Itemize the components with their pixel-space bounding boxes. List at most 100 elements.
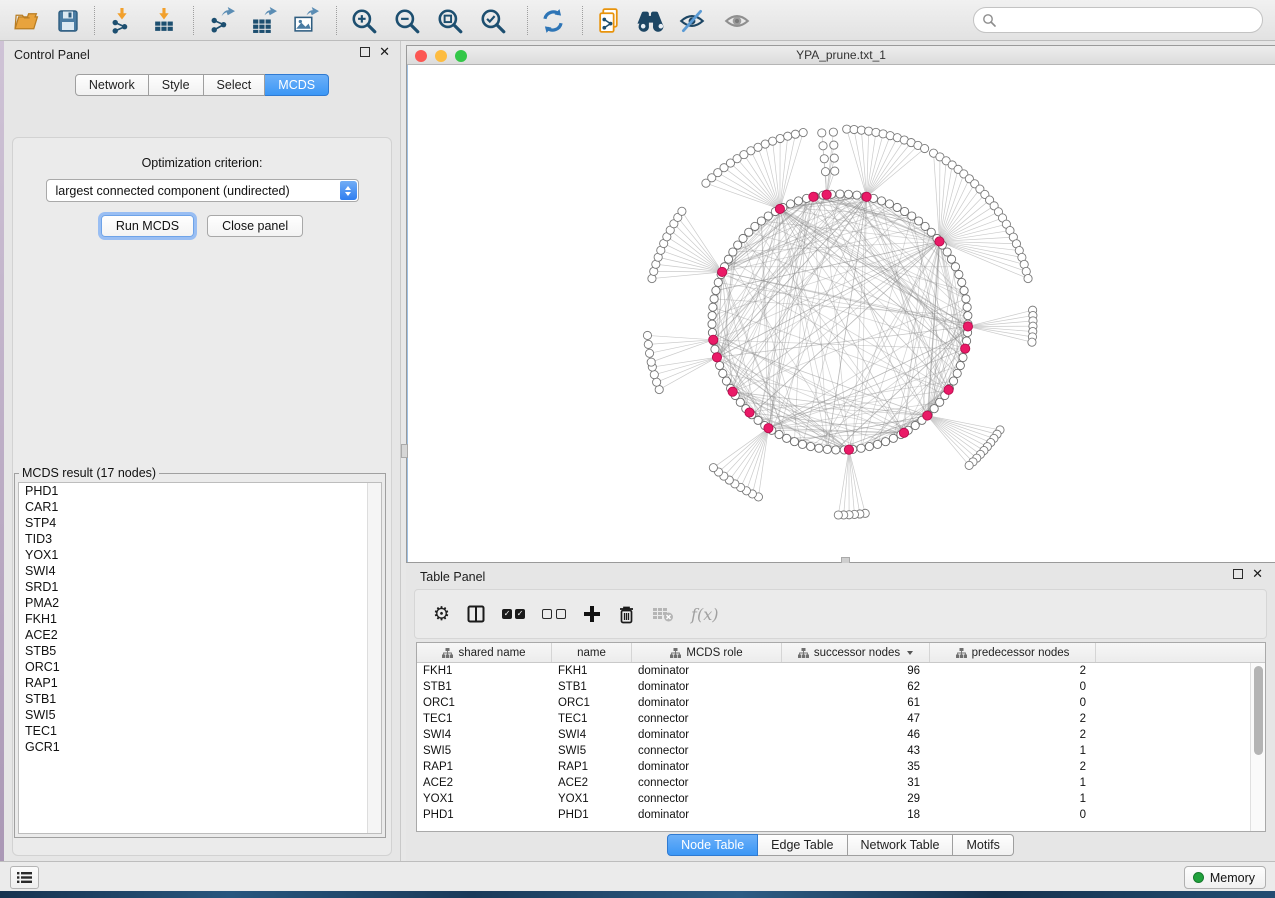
search-input[interactable] <box>973 7 1263 33</box>
close-window-icon[interactable] <box>415 50 427 62</box>
table-cell: 35 <box>782 759 930 775</box>
memory-button[interactable]: Memory <box>1184 866 1266 889</box>
search-network-icon[interactable] <box>633 5 671 36</box>
column-header-shared-name[interactable]: shared name <box>417 643 552 662</box>
add-column-icon[interactable] <box>583 602 601 626</box>
column-header-MCDS-role[interactable]: MCDS role <box>632 643 782 662</box>
tab-motifs[interactable]: Motifs <box>953 834 1013 856</box>
tab-node-table[interactable]: Node Table <box>667 834 758 856</box>
import-table-icon[interactable] <box>148 5 180 36</box>
mcds-result-item[interactable]: PHD1 <box>19 483 381 499</box>
splitter-handle-vertical[interactable] <box>401 444 408 458</box>
toolbar-separator <box>336 6 337 35</box>
zoom-fit-icon[interactable] <box>434 5 466 36</box>
open-session-icon[interactable] <box>10 5 42 36</box>
mcds-result-item[interactable]: ACE2 <box>19 627 381 643</box>
export-image-icon[interactable] <box>289 5 321 36</box>
table-cell: 2 <box>930 727 1096 743</box>
zoom-in-icon[interactable] <box>348 5 380 36</box>
float-panel-icon[interactable] <box>360 47 370 57</box>
table-header[interactable]: shared namenameMCDS rolesuccessor nodesp… <box>417 643 1265 663</box>
table-cell: YOX1 <box>552 791 632 807</box>
deselect-all-icon[interactable] <box>542 602 566 626</box>
table-body[interactable]: FKH1FKH1dominator962STB1STB1dominator620… <box>417 663 1250 831</box>
close-panel-icon[interactable]: ✕ <box>379 47 390 57</box>
tab-edge-table[interactable]: Edge Table <box>758 834 847 856</box>
mcds-result-item[interactable]: SWI4 <box>19 563 381 579</box>
status-bar: Memory <box>0 861 1275 891</box>
show-all-icon[interactable] <box>721 5 753 36</box>
run-mcds-button[interactable]: Run MCDS <box>101 215 194 237</box>
tab-network-table[interactable]: Network Table <box>848 834 954 856</box>
scrollbar-thumb[interactable] <box>1254 666 1263 755</box>
criterion-dropdown[interactable]: largest connected component (undirected) <box>46 179 359 202</box>
table-cell: SWI4 <box>417 727 552 743</box>
table-panel-tabs: Node TableEdge TableNetwork TableMotifs <box>406 834 1275 856</box>
table-row[interactable]: SWI4SWI4dominator462 <box>417 727 1250 743</box>
table-settings-gear-icon[interactable]: ⚙ <box>433 602 450 626</box>
mcds-result-item[interactable]: STP4 <box>19 515 381 531</box>
close-panel-button[interactable]: Close panel <box>207 215 303 237</box>
minimize-window-icon[interactable] <box>435 50 447 62</box>
table-row[interactable]: STB1STB1dominator620 <box>417 679 1250 695</box>
table-row[interactable]: ORC1ORC1dominator610 <box>417 695 1250 711</box>
share-document-icon[interactable] <box>593 5 625 36</box>
mcds-result-item[interactable]: YOX1 <box>19 547 381 563</box>
mcds-result-item[interactable]: FKH1 <box>19 611 381 627</box>
table-panel-title: Table Panel <box>420 570 485 584</box>
table-row[interactable]: YOX1YOX1connector291 <box>417 791 1250 807</box>
mcds-result-item[interactable]: STB5 <box>19 643 381 659</box>
mcds-result-item[interactable]: CAR1 <box>19 499 381 515</box>
zoom-out-icon[interactable] <box>391 5 423 36</box>
save-session-icon[interactable] <box>52 5 84 36</box>
tab-select[interactable]: Select <box>204 74 266 96</box>
import-network-icon[interactable] <box>106 5 138 36</box>
control-panel-title: Control Panel <box>14 48 90 62</box>
table-scrollbar[interactable] <box>1250 663 1265 831</box>
tab-mcds[interactable]: MCDS <box>265 74 329 96</box>
mcds-result-item[interactable]: GCR1 <box>19 739 381 755</box>
column-header-name[interactable]: name <box>552 643 632 662</box>
table-row[interactable]: TEC1TEC1connector472 <box>417 711 1250 727</box>
delete-column-trash-icon[interactable] <box>618 602 635 626</box>
task-history-button[interactable] <box>10 866 39 889</box>
search-field[interactable] <box>1001 13 1262 27</box>
show-column-pane-icon[interactable] <box>467 602 485 626</box>
table-row[interactable]: PHD1PHD1dominator180 <box>417 807 1250 823</box>
table-row[interactable]: SWI5SWI5connector431 <box>417 743 1250 759</box>
table-cell: 62 <box>782 679 930 695</box>
table-row[interactable]: FKH1FKH1dominator962 <box>417 663 1250 679</box>
float-table-panel-icon[interactable] <box>1233 569 1243 579</box>
network-titlebar[interactable]: YPA_prune.txt_1 <box>407 46 1275 65</box>
mcds-result-item[interactable]: PMA2 <box>19 595 381 611</box>
column-header-successor-nodes[interactable]: successor nodes <box>782 643 930 662</box>
mcds-result-list[interactable]: PHD1CAR1STP4TID3YOX1SWI4SRD1PMA2FKH1ACE2… <box>18 482 382 834</box>
optimization-criterion-label: Optimization criterion: <box>13 138 391 170</box>
mcds-result-item[interactable]: SRD1 <box>19 579 381 595</box>
table-row[interactable]: RAP1RAP1dominator352 <box>417 759 1250 775</box>
export-network-icon[interactable] <box>205 5 237 36</box>
memory-label: Memory <box>1210 871 1255 885</box>
export-table-icon[interactable] <box>247 5 279 36</box>
mcds-result-item[interactable]: SWI5 <box>19 707 381 723</box>
zoom-selected-icon[interactable] <box>477 5 509 36</box>
mcds-result-item[interactable]: RAP1 <box>19 675 381 691</box>
tab-style[interactable]: Style <box>149 74 204 96</box>
network-canvas[interactable] <box>407 65 1275 562</box>
mcds-result-item[interactable]: TID3 <box>19 531 381 547</box>
table-cell: ORC1 <box>552 695 632 711</box>
table-row[interactable]: ACE2ACE2connector311 <box>417 775 1250 791</box>
tab-network[interactable]: Network <box>75 74 149 96</box>
node-table[interactable]: shared namenameMCDS rolesuccessor nodesp… <box>416 642 1266 832</box>
mcds-result-group: MCDS result (17 nodes) PHD1CAR1STP4TID3Y… <box>14 466 386 838</box>
close-table-panel-icon[interactable]: ✕ <box>1252 569 1263 579</box>
list-scrollbar[interactable] <box>367 483 381 833</box>
hide-selected-icon[interactable] <box>676 5 708 36</box>
mcds-result-item[interactable]: ORC1 <box>19 659 381 675</box>
maximize-window-icon[interactable] <box>455 50 467 62</box>
mcds-result-item[interactable]: TEC1 <box>19 723 381 739</box>
refresh-icon[interactable] <box>537 5 569 36</box>
mcds-result-item[interactable]: STB1 <box>19 691 381 707</box>
column-header-predecessor-nodes[interactable]: predecessor nodes <box>930 643 1096 662</box>
select-all-icon[interactable]: ✓✓ <box>502 602 525 626</box>
